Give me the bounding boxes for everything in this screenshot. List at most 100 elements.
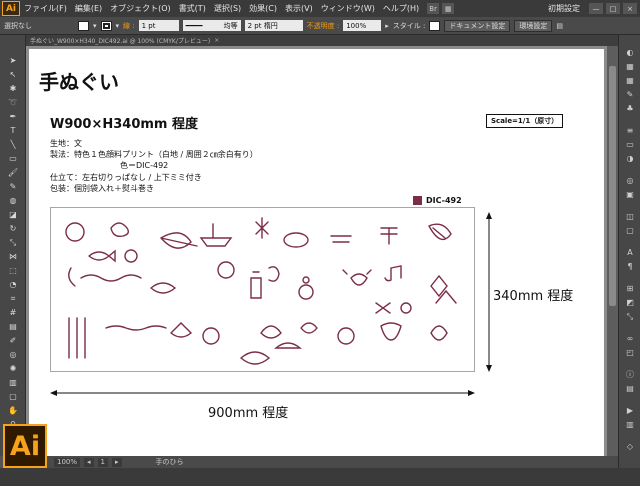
- pen-tool-icon[interactable]: ✒: [7, 111, 19, 122]
- perspective-grid-tool-icon[interactable]: ⌗: [7, 293, 19, 304]
- motif-tree: [380, 227, 398, 245]
- brush-definition[interactable]: 2 pt 楕円: [244, 20, 303, 31]
- line-tool-icon[interactable]: ╲: [7, 139, 19, 150]
- scale-tool-icon[interactable]: ⤡: [7, 237, 19, 248]
- menu-select[interactable]: 選択(S): [214, 3, 241, 14]
- fill-dropdown-icon[interactable]: ▾: [93, 22, 97, 30]
- document-info-panel-icon[interactable]: ▤: [624, 383, 636, 394]
- transparency-panel-icon[interactable]: ◑: [624, 153, 636, 164]
- free-transform-tool-icon[interactable]: ⬚: [7, 265, 19, 276]
- stroke-dropdown-icon[interactable]: ▾: [116, 22, 120, 30]
- magic-wand-tool-icon[interactable]: ✱: [7, 83, 19, 94]
- artboards-panel-icon[interactable]: ▢: [624, 225, 636, 236]
- attributes-panel-icon[interactable]: ▥: [624, 419, 636, 430]
- selection-tool-icon[interactable]: ➤: [7, 55, 19, 66]
- towel-artwork[interactable]: [50, 207, 475, 372]
- links-panel-icon[interactable]: ∞: [624, 333, 636, 344]
- swatches-panel-icon[interactable]: ▦: [624, 75, 636, 86]
- menu-type[interactable]: 書式(T): [179, 3, 206, 14]
- spec-block: 生地：文 製法：特色１色顔料プリント（白地 / 周囲２㎝余白有り） 色＝DIC-…: [50, 138, 258, 194]
- navigator-panel-icon[interactable]: ◰: [624, 347, 636, 358]
- menu-effect[interactable]: 効果(C): [249, 3, 277, 14]
- stroke-weight-field[interactable]: 1 pt: [138, 20, 179, 31]
- stroke-label[interactable]: 線 :: [123, 21, 135, 31]
- bridge-icon[interactable]: Br: [427, 3, 440, 14]
- mesh-tool-icon[interactable]: #: [7, 307, 19, 318]
- stroke-swatch[interactable]: [100, 20, 112, 31]
- actions-panel-icon[interactable]: ▶: [624, 405, 636, 416]
- graphic-styles-panel-icon[interactable]: ▣: [624, 189, 636, 200]
- info-panel-icon[interactable]: ⓘ: [624, 369, 636, 380]
- symbol-sprayer-tool-icon[interactable]: ✺: [7, 363, 19, 374]
- lasso-tool-icon[interactable]: ➰: [7, 97, 19, 108]
- next-artboard-icon[interactable]: ▸: [112, 457, 122, 467]
- style-label: スタイル :: [392, 21, 426, 30]
- menu-window[interactable]: ウィンドウ(W): [321, 3, 375, 14]
- arrange-docs-icon[interactable]: ▦: [442, 3, 455, 14]
- zoom-field[interactable]: 100%: [54, 457, 81, 467]
- pencil-tool-icon[interactable]: ✎: [7, 181, 19, 192]
- minimize-button[interactable]: —: [589, 3, 603, 14]
- symbols-panel-icon[interactable]: ♣: [624, 103, 636, 114]
- prev-artboard-icon[interactable]: ◂: [84, 457, 94, 467]
- document-setup-button[interactable]: ドキュメント設定: [444, 19, 511, 32]
- opacity-dropdown-icon[interactable]: ▸: [385, 22, 389, 30]
- menu-object[interactable]: オブジェクト(O): [110, 3, 171, 14]
- stroke-panel-icon[interactable]: ≡: [624, 125, 636, 136]
- paintbrush-tool-icon[interactable]: 🖌: [7, 167, 19, 178]
- direct-selection-tool-icon[interactable]: ↖: [7, 69, 19, 80]
- color-guide-icon[interactable]: ▦: [624, 61, 636, 72]
- workspace-switcher[interactable]: 初期設定: [548, 3, 580, 14]
- spec-line: 生地：文: [50, 139, 82, 148]
- motif-fish: [88, 249, 116, 263]
- gradient-tool-icon[interactable]: ▤: [7, 321, 19, 332]
- motif-text-small: [330, 235, 352, 243]
- opacity-label[interactable]: 不透明度 :: [307, 21, 340, 31]
- scroll-thumb[interactable]: [609, 66, 616, 306]
- graph-tool-icon[interactable]: ▥: [7, 377, 19, 388]
- transform-panel-icon[interactable]: ⤡: [624, 311, 636, 322]
- variable-width-profile[interactable]: ━━━━ 均等: [182, 20, 241, 31]
- motif-wave-lines: [80, 274, 142, 282]
- spec-color-line: 色＝DIC-492: [120, 161, 169, 171]
- artboard-tool-icon[interactable]: ▢: [7, 391, 19, 402]
- brushes-panel-icon[interactable]: ✎: [624, 89, 636, 100]
- align-panel-icon[interactable]: ⊞: [624, 283, 636, 294]
- close-button[interactable]: ×: [623, 3, 637, 14]
- gradient-panel-icon[interactable]: ▭: [624, 139, 636, 150]
- shape-builder-tool-icon[interactable]: ◔: [7, 279, 19, 290]
- blend-tool-icon[interactable]: ◎: [7, 349, 19, 360]
- eraser-tool-icon[interactable]: ◪: [7, 209, 19, 220]
- rotate-tool-icon[interactable]: ↻: [7, 223, 19, 234]
- preferences-button[interactable]: 環境設定: [514, 19, 553, 32]
- menu-file[interactable]: ファイル(F): [24, 3, 67, 14]
- type-tool-icon[interactable]: T: [7, 125, 19, 136]
- fill-swatch[interactable]: [78, 20, 89, 31]
- color-panel-icon[interactable]: ◐: [624, 47, 636, 58]
- blob-brush-tool-icon[interactable]: ◍: [7, 195, 19, 206]
- menu-help[interactable]: ヘルプ(H): [383, 3, 419, 14]
- vertical-scrollbar[interactable]: [607, 46, 618, 456]
- arrange-icon[interactable]: ▤: [556, 22, 563, 30]
- width-tool-icon[interactable]: ⋈: [7, 251, 19, 262]
- menu-view[interactable]: 表示(V): [285, 3, 313, 14]
- motif-arrows: [375, 302, 391, 314]
- layers-panel-icon[interactable]: ◫: [624, 211, 636, 222]
- tab-close-icon[interactable]: ×: [214, 37, 219, 44]
- size-heading: W900×H340mm 程度: [50, 117, 199, 132]
- menu-edit[interactable]: 編集(E): [75, 3, 102, 14]
- opacity-field[interactable]: 100%: [343, 20, 382, 31]
- flattener-panel-icon[interactable]: ◇: [624, 441, 636, 452]
- pathfinder-panel-icon[interactable]: ◩: [624, 297, 636, 308]
- character-panel-icon[interactable]: A: [624, 247, 636, 258]
- appearance-panel-icon[interactable]: ◎: [624, 175, 636, 186]
- scale-box: Scale=1/1（原寸）: [486, 114, 564, 128]
- hand-tool-icon[interactable]: ✋: [7, 405, 19, 416]
- artboard-number-field[interactable]: 1: [97, 457, 108, 467]
- document-tab[interactable]: 手ぬぐい_W900×H340_DIC492.ai @ 100% (CMYK/プレ…: [30, 36, 210, 45]
- eyedropper-tool-icon[interactable]: ✐: [7, 335, 19, 346]
- graphic-style-swatch[interactable]: [429, 20, 441, 31]
- paragraph-panel-icon[interactable]: ¶: [624, 261, 636, 272]
- maximize-button[interactable]: □: [606, 3, 620, 14]
- rectangle-tool-icon[interactable]: ▭: [7, 153, 19, 164]
